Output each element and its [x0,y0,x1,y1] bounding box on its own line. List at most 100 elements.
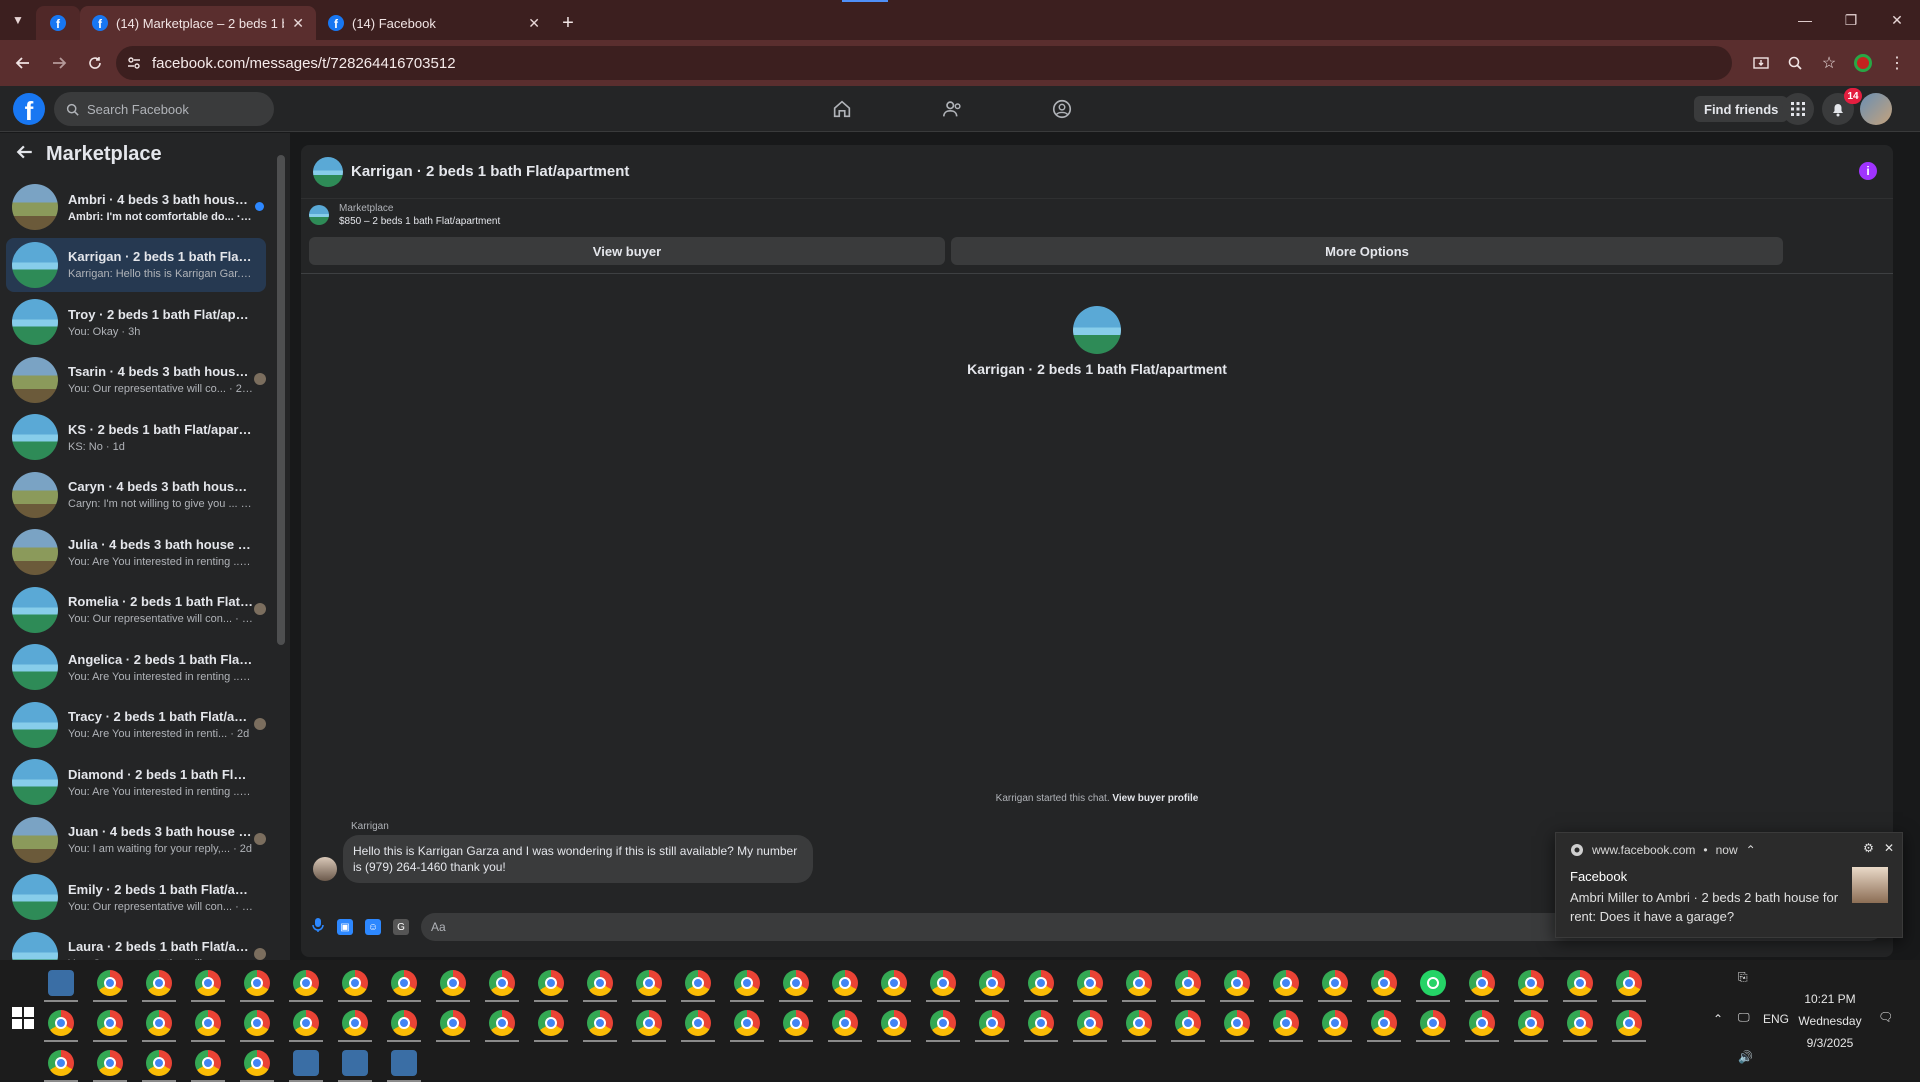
conversation-item[interactable]: Juan · 4 beds 3 bath house fo... You: I a… [6,813,266,867]
chrome-icon[interactable] [538,1010,564,1036]
close-icon[interactable]: ✕ [1884,841,1894,855]
bookmark-button[interactable]: ☆ [1814,48,1844,78]
nav-home-button[interactable] [827,94,857,124]
chrome-icon[interactable] [97,1050,123,1076]
tab-search-button[interactable]: ▼ [0,0,36,40]
whatsapp-icon[interactable] [1420,970,1446,996]
chat-title[interactable]: Karrigan · 2 beds 1 bath Flat/apartment [351,163,629,180]
info-icon[interactable]: i [1859,162,1877,180]
conversation-item[interactable]: Romelia · 2 beds 1 bath Flat/a... You: Ou… [6,583,266,637]
minimize-button[interactable]: — [1782,0,1828,40]
conversation-item[interactable]: Julia · 4 beds 3 bath house for r... You:… [6,525,266,579]
chrome-icon[interactable] [685,970,711,996]
windows-start-icon[interactable] [12,1007,34,1029]
chrome-icon[interactable] [244,1010,270,1036]
chrome-icon[interactable] [440,1010,466,1036]
chrome-icon[interactable] [1077,1010,1103,1036]
taskbar-clock[interactable]: 10:21 PM Wednesday 9/3/2025 [1790,988,1870,1054]
conversation-item[interactable]: Angelica · 2 beds 1 bath Flat/ap... You: … [6,640,266,694]
chrome-icon[interactable] [979,970,1005,996]
photo-icon[interactable]: ▣ [337,919,353,935]
settings-gear-icon[interactable]: ⚙ [1863,841,1874,855]
chrome-icon[interactable] [489,1010,515,1036]
chrome-icon[interactable] [48,1050,74,1076]
view-buyer-profile-link[interactable]: View buyer profile [1112,793,1198,804]
chrome-icon[interactable] [1126,1010,1152,1036]
chrome-icon[interactable] [832,1010,858,1036]
chrome-icon[interactable] [244,970,270,996]
chrome-icon[interactable] [1126,970,1152,996]
language-indicator[interactable]: ENG [1763,1012,1789,1026]
chrome-icon[interactable] [244,1050,270,1076]
forward-button[interactable] [44,48,74,78]
app-icon[interactable] [391,1050,417,1076]
chrome-icon[interactable] [930,970,956,996]
chrome-icon[interactable] [636,970,662,996]
chrome-icon[interactable] [1469,970,1495,996]
chrome-icon[interactable] [48,1010,74,1036]
chrome-icon[interactable] [587,970,613,996]
chrome-icon[interactable] [783,970,809,996]
chrome-icon[interactable] [1175,1010,1201,1036]
more-options-button[interactable]: More Options [951,237,1783,265]
chrome-icon[interactable] [1567,1010,1593,1036]
volume-icon[interactable]: 🔊 [1738,1050,1753,1064]
chrome-icon[interactable] [293,1010,319,1036]
chrome-icon[interactable] [97,970,123,996]
reload-button[interactable] [80,48,110,78]
chrome-icon[interactable] [1371,970,1397,996]
conversation-item[interactable]: Caryn · 4 beds 3 bath house for... Caryn:… [6,468,266,522]
chrome-icon[interactable] [636,1010,662,1036]
chrome-icon[interactable] [1077,970,1103,996]
conversation-item[interactable]: Diamond · 2 beds 1 bath Flat/ap... You: A… [6,755,266,809]
chrome-icon[interactable] [1175,970,1201,996]
chevron-up-icon[interactable]: ⌃ [1746,843,1756,857]
close-icon[interactable]: ✕ [292,15,304,32]
chrome-icon[interactable] [1616,1010,1642,1036]
conversation-item[interactable]: Tsarin · 4 beds 3 bath house f... You: Ou… [6,353,266,407]
chrome-icon[interactable] [342,1010,368,1036]
find-friends-button[interactable]: Find friends [1694,96,1789,122]
pinned-facebook-tab[interactable]: f [36,6,80,40]
scrollbar-thumb[interactable] [277,155,285,645]
address-bar[interactable]: facebook.com/messages/t/728264416703512 [116,46,1732,80]
chrome-icon[interactable] [1518,970,1544,996]
chrome-icon[interactable] [1224,970,1250,996]
network-icon[interactable]: 🖵 [1738,1010,1750,1025]
browser-tab-marketplace[interactable]: f (14) Marketplace – 2 beds 1 bat ✕ [80,6,316,40]
chrome-icon[interactable] [1616,970,1642,996]
conversation-item[interactable]: Troy · 2 beds 1 bath Flat/apartm... You: … [6,295,266,349]
sticker-icon[interactable]: ☺ [365,919,381,935]
install-app-button[interactable] [1746,48,1776,78]
chrome-icon[interactable] [1518,1010,1544,1036]
chat-avatar[interactable] [313,156,343,187]
nav-friends-button[interactable] [938,94,968,124]
site-settings-icon[interactable] [126,55,142,71]
app-icon[interactable] [293,1050,319,1076]
chrome-icon[interactable] [832,970,858,996]
chrome-icon[interactable] [146,1010,172,1036]
chrome-icon[interactable] [538,970,564,996]
browser-notification[interactable]: www.facebook.com • now ⌃ ⚙ ✕ Facebook Am… [1555,832,1903,938]
window-close-button[interactable]: ✕ [1874,0,1920,40]
new-tab-button[interactable]: + [552,6,584,40]
chrome-icon[interactable] [930,1010,956,1036]
browser-menu-button[interactable]: ⋮ [1882,48,1912,78]
show-hidden-icons-chevron-icon[interactable]: ⌃ [1713,1012,1723,1026]
conversation-item[interactable]: Ambri · 4 beds 3 bath house f... Ambri: I… [6,180,266,234]
browser-tab-facebook[interactable]: f (14) Facebook ✕ [316,6,552,40]
back-arrow-icon[interactable] [16,143,34,166]
chrome-icon[interactable] [146,1050,172,1076]
action-center-icon[interactable]: 🗨 [1878,1010,1893,1024]
chrome-icon[interactable] [685,1010,711,1036]
chrome-icon[interactable] [1224,1010,1250,1036]
conversation-item[interactable]: KS · 2 beds 1 bath Flat/apartment KS: No … [6,410,266,464]
conversation-item[interactable]: Tracy · 2 beds 1 bath Flat/apa... You: Ar… [6,698,266,752]
chrome-icon[interactable] [342,970,368,996]
chrome-icon[interactable] [881,970,907,996]
chrome-icon[interactable] [783,1010,809,1036]
chrome-icon[interactable] [293,970,319,996]
gif-icon[interactable]: G [393,919,409,935]
listing-summary[interactable]: Marketplace $850 – 2 beds 1 bath Flat/ap… [309,203,500,227]
chrome-icon[interactable] [195,1010,221,1036]
